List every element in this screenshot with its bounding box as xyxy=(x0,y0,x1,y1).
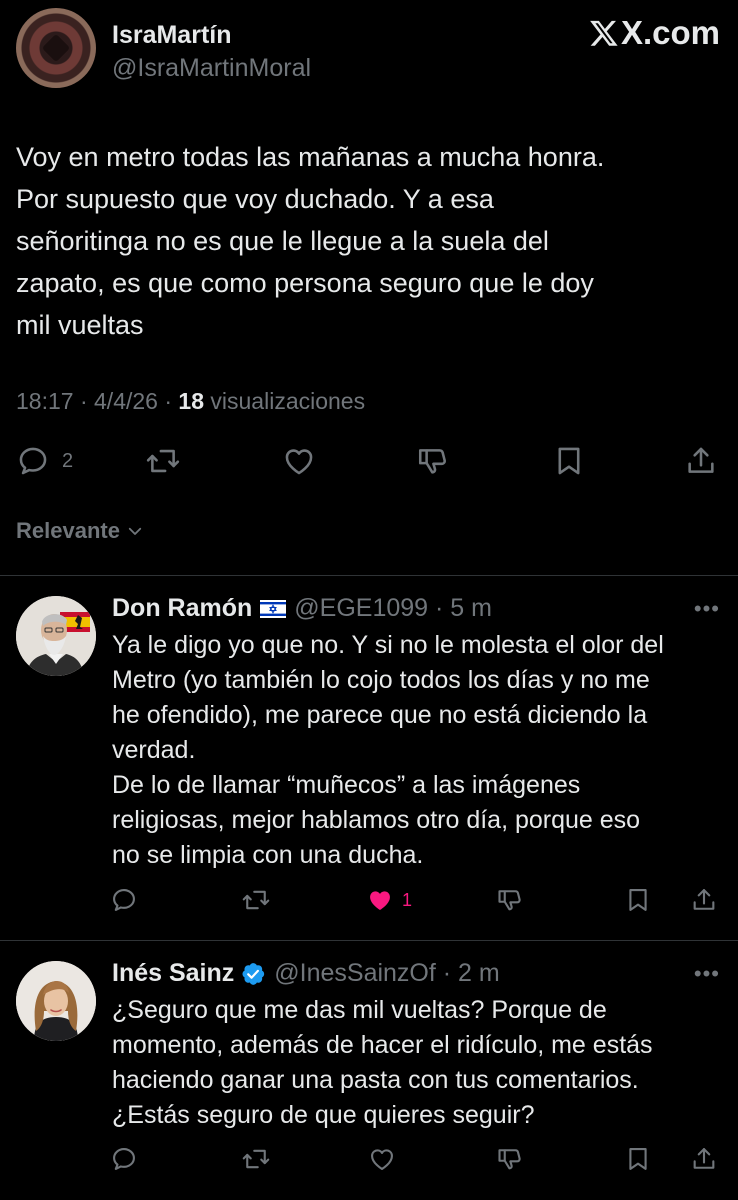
reply-header: Don Ramón @EGE1099 · 5 m xyxy=(112,594,492,623)
reply-text-line: religiosas, mejor hablamos otro día, por… xyxy=(112,806,641,834)
reply-header: Inés Sainz @InesSainzOf · 2 m xyxy=(112,959,500,988)
reply-time[interactable]: 2 m xyxy=(458,959,500,988)
repost-button[interactable] xyxy=(146,444,180,478)
author-handle[interactable]: @IsraMartinMoral xyxy=(112,54,311,83)
reply-avatar[interactable] xyxy=(16,596,96,676)
brand-text: X.com xyxy=(620,14,720,51)
like-button[interactable] xyxy=(282,444,316,478)
bookmark-button[interactable] xyxy=(552,444,586,478)
reply-icon xyxy=(113,889,135,911)
share-button[interactable] xyxy=(690,886,718,914)
sort-label: Relevante xyxy=(16,518,120,543)
dislike-button[interactable] xyxy=(496,1145,524,1173)
reply-time[interactable]: 5 m xyxy=(450,594,492,623)
tweet-text: Voy en metro todas las mañanas a mucha h… xyxy=(16,136,716,346)
reply-item[interactable]: Don Ramón @EGE1099 · 5 m ••• Ya le digo … xyxy=(0,576,738,940)
reply-text-line: momento, además de hacer el ridículo, me… xyxy=(112,1031,653,1059)
dislike-icon xyxy=(498,1149,521,1170)
share-icon xyxy=(693,1148,715,1169)
repost-icon xyxy=(242,1149,270,1169)
israel-flag-icon xyxy=(260,599,287,618)
tweet-text-line: Por supuesto que voy duchado. Y a esa xyxy=(16,184,494,214)
views-count: 18 xyxy=(178,388,205,414)
share-button[interactable] xyxy=(684,444,718,478)
reply-text: Ya le digo yo que no. Y si no le molesta… xyxy=(112,628,722,873)
sort-selector[interactable]: Relevante xyxy=(16,518,144,544)
avatar-portrait xyxy=(16,961,96,1041)
tweet-text-line: mil vueltas xyxy=(16,310,144,340)
bookmark-button[interactable] xyxy=(624,1145,652,1173)
tweet-text-line: señoritinga no es que le llegue a la sue… xyxy=(16,226,549,256)
share-button[interactable] xyxy=(690,1145,718,1173)
like-icon xyxy=(370,891,390,910)
reply-avatar[interactable] xyxy=(16,961,96,1041)
author-name[interactable]: IsraMartín xyxy=(112,21,231,50)
reply-author-name[interactable]: Inés Sainz xyxy=(112,959,234,988)
tweet-text-line: zapato, es que como persona seguro que l… xyxy=(16,268,594,298)
reply-text-line: verdad. xyxy=(112,736,196,764)
like-button[interactable] xyxy=(368,1145,396,1173)
reply-actions: 1 xyxy=(110,886,722,920)
reply-item[interactable]: Inés Sainz @InesSainzOf · 2 m ••• ¿Segur… xyxy=(0,941,738,1200)
tweet-time[interactable]: 18:17 xyxy=(16,388,74,414)
reply-text-line: ¿Seguro que me das mil vueltas? Porque d… xyxy=(112,996,607,1024)
reply-text-line: De lo de llamar “muñecos” a las imágenes xyxy=(112,771,581,799)
bookmark-icon xyxy=(558,447,580,475)
reply-count: 2 xyxy=(62,449,74,472)
reply-button[interactable] xyxy=(110,1145,138,1173)
main-tweet-header: IsraMartín @IsraMartinMoral X.com xyxy=(16,8,722,90)
tweet-date[interactable]: 4/4/26 xyxy=(94,388,158,414)
reply-icon xyxy=(19,447,47,475)
author-avatar[interactable] xyxy=(16,8,96,88)
reply-text-line: ¿Estás seguro de que quieres seguir? xyxy=(112,1101,535,1129)
dislike-icon xyxy=(418,449,446,474)
reply-text-line: no se limpia con una ducha. xyxy=(112,841,424,869)
repost-icon xyxy=(146,449,180,473)
reply-text-line: Ya le digo yo que no. Y si no le molesta… xyxy=(112,631,664,659)
chevron-down-icon xyxy=(128,527,142,535)
bookmark-button[interactable] xyxy=(624,886,652,914)
more-icon[interactable]: ••• xyxy=(694,961,720,987)
like-icon xyxy=(371,1149,393,1170)
reply-button[interactable]: 2 xyxy=(16,444,73,478)
reply-actions xyxy=(110,1145,722,1179)
x-logo-icon xyxy=(590,20,618,46)
tweet-text-line: Voy en metro todas las mañanas a mucha h… xyxy=(16,142,605,172)
share-icon xyxy=(688,447,714,473)
reply-text-line: he ofendido), me parece que no está dici… xyxy=(112,701,648,729)
reply-author-handle[interactable]: @InesSainzOf xyxy=(274,959,436,988)
reply-icon xyxy=(113,1148,135,1170)
share-icon xyxy=(693,889,715,910)
more-icon[interactable]: ••• xyxy=(694,596,720,622)
reply-text: ¿Seguro que me das mil vueltas? Porque d… xyxy=(112,993,722,1133)
avatar-portrait xyxy=(16,596,96,676)
bookmark-icon xyxy=(629,1148,647,1170)
like-icon xyxy=(285,449,313,475)
views-label: visualizaciones xyxy=(210,388,366,414)
main-tweet-actions: 2 xyxy=(16,440,720,484)
bookmark-icon xyxy=(629,889,647,911)
repost-icon xyxy=(242,890,270,910)
repost-button[interactable] xyxy=(242,1145,270,1173)
tweet-meta: 18:17 · 4/4/26 · 18 visualizaciones xyxy=(16,388,366,414)
verified-icon xyxy=(242,962,265,985)
like-button[interactable]: 1 xyxy=(366,886,412,914)
reply-button[interactable] xyxy=(110,886,138,914)
reply-text-line: haciendo ganar una pasta con tus comenta… xyxy=(112,1066,639,1094)
brand-logo: X.com xyxy=(589,14,720,52)
dislike-icon xyxy=(498,890,521,911)
like-count: 1 xyxy=(402,889,413,910)
dislike-button[interactable] xyxy=(416,444,450,478)
reply-author-handle[interactable]: @EGE1099 xyxy=(294,594,428,623)
reply-author-name[interactable]: Don Ramón xyxy=(112,594,252,623)
reply-text-line: Metro (yo también lo cojo todos los días… xyxy=(112,666,650,694)
repost-button[interactable] xyxy=(242,886,270,914)
dislike-button[interactable] xyxy=(496,886,524,914)
